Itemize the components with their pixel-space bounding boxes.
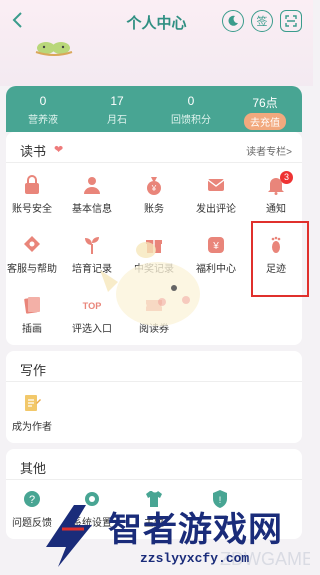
stat-nutrient[interactable]: 0 营养液	[6, 86, 80, 132]
stat-value: 0	[187, 94, 195, 108]
stat-value: 17	[110, 94, 124, 108]
stat-moonstone[interactable]: 17 月石	[80, 86, 154, 132]
stat-label: 营养液	[28, 115, 58, 126]
basic-info-item[interactable]: 基本信息	[62, 175, 122, 215]
question-icon: ?	[24, 491, 40, 507]
notification-badge: 3	[280, 171, 293, 184]
item-label: 基本信息	[72, 204, 112, 215]
recharge-button[interactable]: 去充值	[244, 113, 286, 130]
stat-value: 0	[39, 94, 47, 108]
scan-icon[interactable]	[280, 10, 302, 32]
mascot-overlay-icon	[100, 242, 200, 326]
divider	[6, 162, 302, 163]
pencil-doc-icon	[25, 395, 41, 411]
illustration-icon	[24, 297, 40, 314]
stats-bar: 0 营养液 17 月石 0 回馈积分 76点 去充值	[6, 86, 302, 132]
divider	[6, 479, 302, 480]
watermark-brand: 智者游戏网	[108, 511, 283, 549]
reading-title: 读书	[20, 144, 47, 159]
notification-item[interactable]: 3 通知	[246, 171, 306, 215]
account-security-item[interactable]: 账号安全	[2, 175, 62, 215]
mail-icon	[207, 179, 225, 191]
mascot-icon	[35, 42, 73, 56]
money-bag-icon: ¥	[147, 177, 161, 195]
item-label: 客服与帮助	[7, 264, 57, 275]
watermark-url: zzslyyxcfy.com	[140, 551, 250, 566]
accounts-item[interactable]: ¥ 账务	[124, 175, 184, 215]
other-title: 其他	[20, 461, 47, 476]
signin-label: 签	[256, 16, 268, 28]
item-label: 成为作者	[12, 422, 52, 433]
heart-icon: ❤	[54, 144, 64, 156]
signin-button[interactable]: 签	[251, 10, 273, 32]
svg-text:?: ?	[29, 494, 35, 506]
svg-text:¥: ¥	[212, 241, 219, 252]
header: 个人中心 签	[0, 0, 313, 86]
reader-column-link[interactable]: 读者专栏>	[246, 143, 292, 158]
stat-label: 回馈积分	[171, 115, 211, 126]
item-label: 插画	[22, 324, 42, 335]
stat-value: 76点	[252, 96, 278, 110]
writing-title: 写作	[20, 363, 47, 378]
customer-service-item[interactable]: 客服与帮助	[2, 235, 62, 275]
help-bubble-icon	[24, 236, 40, 252]
highlight-box	[251, 221, 309, 297]
coin-icon: ¥	[208, 237, 224, 253]
stat-label: 月石	[107, 115, 127, 126]
lock-icon	[25, 175, 39, 194]
comments-item[interactable]: 发出评论	[186, 175, 246, 215]
item-label: 通知	[266, 204, 286, 215]
item-label: 账号安全	[12, 204, 52, 215]
stat-points[interactable]: 0 回馈积分	[154, 86, 228, 132]
svg-text:¥: ¥	[151, 184, 157, 193]
stat-balance: 76点 去充值	[228, 86, 302, 132]
writing-card: 写作 成为作者	[6, 351, 302, 443]
item-label: 账务	[144, 204, 164, 215]
illustration-item[interactable]: 插画	[2, 295, 62, 335]
divider	[6, 381, 302, 382]
become-author-item[interactable]: 成为作者	[2, 393, 62, 433]
item-label: 发出评论	[196, 204, 236, 215]
person-icon	[84, 177, 100, 194]
moon-icon[interactable]	[222, 10, 244, 32]
